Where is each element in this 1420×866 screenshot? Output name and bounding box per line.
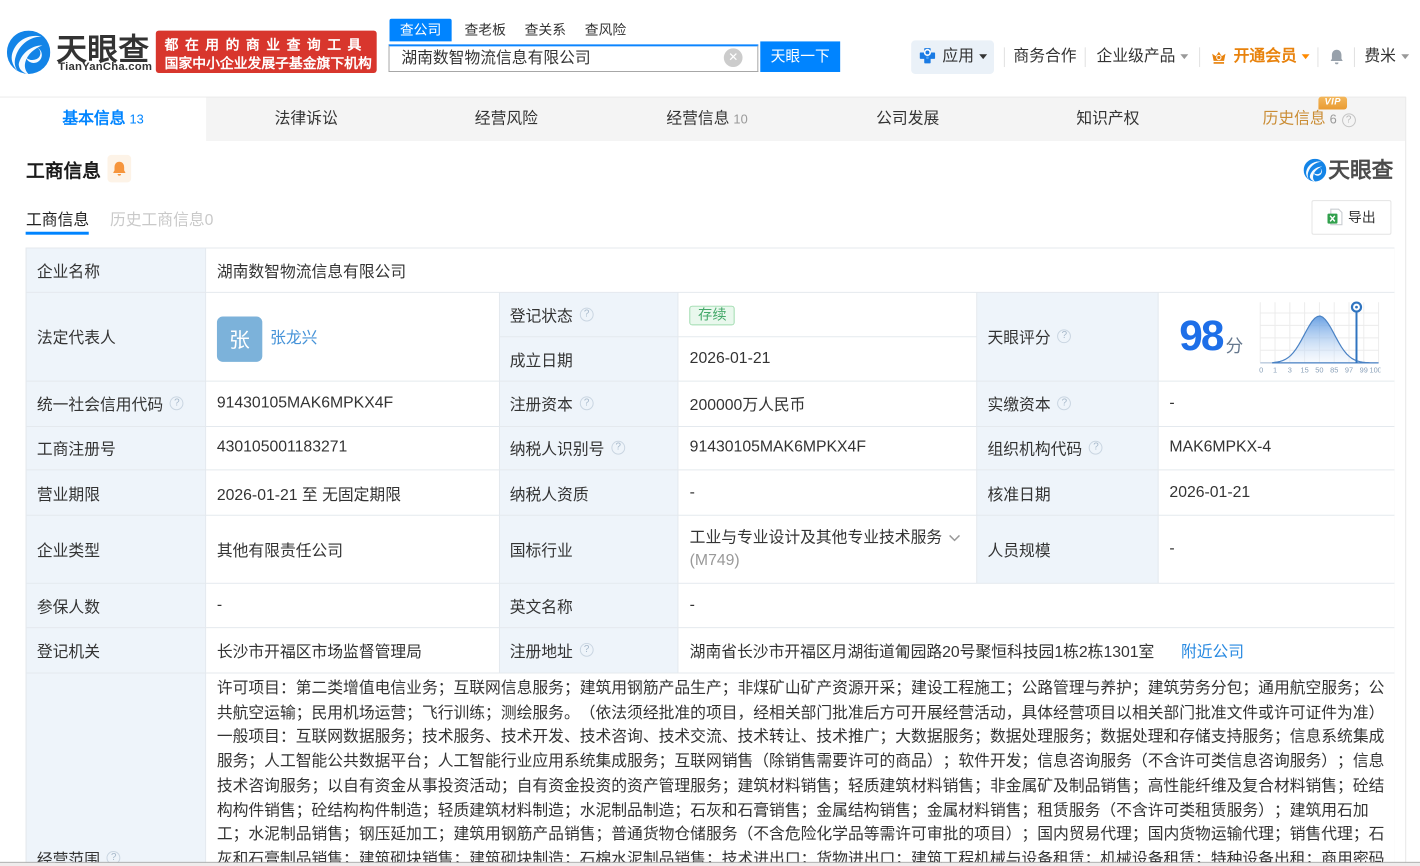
svg-text:50: 50 bbox=[1315, 366, 1323, 375]
svg-text:3: 3 bbox=[1288, 366, 1292, 375]
svg-text:97: 97 bbox=[1345, 366, 1353, 375]
svg-text:0: 0 bbox=[1259, 366, 1263, 375]
svg-text:15: 15 bbox=[1300, 366, 1308, 375]
svg-text:99: 99 bbox=[1359, 366, 1367, 375]
svg-text:100: 100 bbox=[1369, 366, 1380, 375]
svg-text:85: 85 bbox=[1330, 366, 1338, 375]
svg-text:1: 1 bbox=[1273, 366, 1277, 375]
